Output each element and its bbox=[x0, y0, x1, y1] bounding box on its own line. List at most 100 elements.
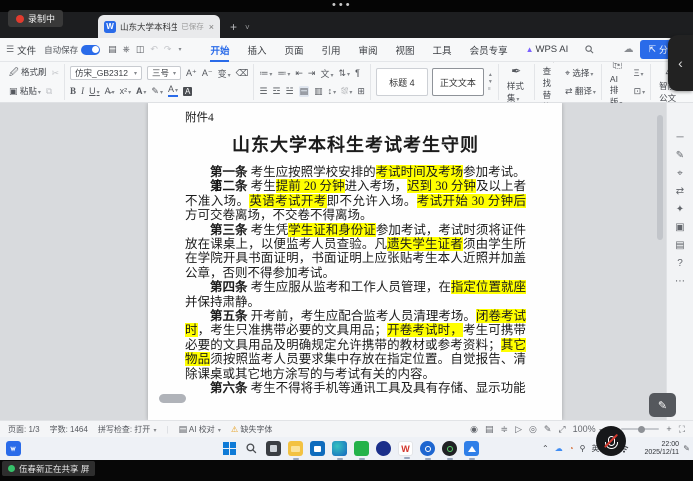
style-heading4[interactable]: 标题 4 bbox=[376, 68, 428, 96]
start-button[interactable] bbox=[222, 441, 237, 456]
char-shading-button[interactable]: A bbox=[183, 87, 192, 96]
file-explorer-icon[interactable] bbox=[288, 441, 303, 456]
style-body-text[interactable]: 正文文本 bbox=[432, 68, 484, 96]
new-tab-button[interactable]: + bbox=[230, 20, 237, 34]
fullscreen-icon[interactable]: ⤢ bbox=[558, 424, 565, 435]
wps-office-icon[interactable]: W bbox=[398, 441, 413, 456]
search-icon[interactable] bbox=[585, 45, 594, 54]
tab-wps-ai[interactable]: ▲WPS AI bbox=[517, 40, 578, 59]
copy-icon[interactable]: ⧉ bbox=[46, 86, 52, 97]
font-size-select[interactable]: 三号▾ bbox=[147, 66, 181, 80]
style-set-button[interactable]: ✒ 样式集▾ bbox=[504, 64, 529, 104]
line-spacing-icon[interactable]: ↕▾ bbox=[328, 86, 337, 96]
taskbar-search-icon[interactable] bbox=[244, 441, 259, 456]
print-preview-icon[interactable]: ◫ bbox=[136, 44, 145, 55]
phonetic-guide-button[interactable]: 𝐀▾ bbox=[136, 86, 146, 97]
align-right-icon[interactable]: ☱ bbox=[286, 86, 294, 97]
help-icon[interactable]: ? bbox=[677, 259, 683, 269]
cloud-sync-icon[interactable]: ☁ bbox=[623, 44, 633, 55]
annotate-floating-button[interactable]: ✎ bbox=[649, 393, 676, 417]
underline-button[interactable]: U▾ bbox=[89, 86, 100, 96]
document-paragraph[interactable]: 第一条 考生应按照学校安排的考试时间及考场参加考试。 bbox=[185, 165, 526, 179]
ai-layout-button[interactable]: ⎘ AI 排版▾ bbox=[607, 64, 628, 100]
style-gallery-scroll[interactable]: ▲▼≡ bbox=[488, 73, 493, 92]
edit-pen-icon[interactable]: ✎ bbox=[676, 151, 684, 161]
highlight-color-button[interactable]: ✎▾ bbox=[151, 86, 163, 97]
paste-button[interactable]: ▣ 粘贴▾ bbox=[9, 85, 41, 97]
document-paragraph[interactable]: 第二条 考生提前 20 分钟进入考场，迟到 30 分钟及以上者不准入场。英语考试… bbox=[185, 179, 526, 222]
document-page[interactable]: 附件4 山东大学本科生考试考生守则 第一条 考生应按照学校安排的考试时间及考场参… bbox=[148, 103, 562, 420]
edit-mode-icon[interactable]: ✎ bbox=[544, 424, 552, 435]
autosave-toggle[interactable] bbox=[81, 45, 100, 55]
collapse-strip-icon[interactable]: ─ bbox=[676, 133, 683, 143]
document-paragraph[interactable]: 第四条 考生应服从监考和工作人员管理，在指定位置就座并保持肃静。 bbox=[185, 280, 526, 309]
file-menu[interactable]: ☰ 文件 bbox=[6, 43, 36, 57]
superscript-button[interactable]: x²▾ bbox=[120, 86, 132, 96]
clear-format-icon[interactable]: ⌫ bbox=[236, 68, 249, 79]
wps-taskbar-icon[interactable] bbox=[6, 441, 21, 456]
bullet-list-button[interactable]: ≔▾ bbox=[259, 68, 272, 79]
cut-icon[interactable]: ✂ bbox=[52, 68, 60, 79]
meeting-drag-dots[interactable]: ••• bbox=[332, 0, 353, 11]
format-painter-button[interactable]: 🖉 格式刷 bbox=[9, 65, 47, 81]
cjk-layout-icon[interactable]: 文▾ bbox=[320, 67, 333, 80]
layout-tool-icon[interactable]: ▤ bbox=[675, 241, 684, 251]
tab-list-chevron-icon[interactable]: ˅ bbox=[245, 23, 250, 32]
save-icon[interactable]: ▤ bbox=[108, 44, 117, 55]
more-tools-icon[interactable]: ⋯ bbox=[675, 277, 685, 287]
show-marks-icon[interactable]: ¶ bbox=[355, 68, 360, 78]
taskbar-clock[interactable]: 22:00 2025/12/11 bbox=[644, 441, 679, 457]
select-tool-icon[interactable]: ⌖ bbox=[677, 169, 683, 179]
tab-reference[interactable]: 引用 bbox=[313, 39, 350, 61]
web-view-icon[interactable]: ◎ bbox=[529, 424, 537, 435]
autosave-control[interactable]: 自动保存 bbox=[44, 44, 100, 56]
translate-tool-icon[interactable]: ⇄ bbox=[676, 187, 684, 197]
tab-home[interactable]: 开始 bbox=[201, 39, 238, 61]
decrease-font-icon[interactable]: A⁻ bbox=[202, 68, 213, 79]
translate-button[interactable]: ⇄ 翻译▾ bbox=[565, 85, 596, 97]
print-icon[interactable]: ⎈ bbox=[123, 44, 130, 55]
read-view-icon[interactable]: ▷ bbox=[515, 424, 522, 435]
tab-insert[interactable]: 插入 bbox=[238, 39, 275, 61]
italic-button[interactable]: I bbox=[81, 86, 84, 96]
document-tab[interactable]: W 山东大学本科生考试.. 已保存 × bbox=[98, 15, 220, 38]
align-left-icon[interactable]: ☰ bbox=[259, 86, 267, 97]
text-tool-icon[interactable]: Ξ▾ bbox=[634, 68, 644, 78]
justify-icon[interactable]: ▤ bbox=[299, 86, 310, 97]
zoom-slider[interactable] bbox=[621, 428, 659, 430]
document-paragraph[interactable]: 第五条 开考前，考生应配合监考人员清理考场。闭卷考试时，考生只准携带必要的文具用… bbox=[185, 309, 526, 381]
font-name-select[interactable]: 仿宋_GB2312▾ bbox=[70, 66, 142, 80]
strikethrough-button[interactable]: A̶▾ bbox=[105, 86, 115, 96]
font-color-button[interactable]: A▾ bbox=[168, 85, 178, 97]
bold-button[interactable]: B bbox=[70, 86, 76, 96]
document-canvas[interactable]: 附件4 山东大学本科生考试考生守则 第一条 考生应按照学校安排的考试时间及考场参… bbox=[0, 103, 693, 420]
fit-page-icon[interactable]: ⛶ bbox=[679, 424, 685, 435]
muted-mic-indicator[interactable] bbox=[596, 426, 626, 456]
app-icon-blue-l[interactable] bbox=[376, 441, 391, 456]
redo-icon[interactable]: ↷ bbox=[164, 44, 172, 55]
undo-icon[interactable]: ↶ bbox=[150, 44, 158, 55]
tab-member[interactable]: 会员专享 bbox=[461, 39, 517, 61]
task-view-icon[interactable] bbox=[266, 441, 281, 456]
close-tab-icon[interactable]: × bbox=[209, 22, 214, 32]
tab-view[interactable]: 视图 bbox=[387, 39, 424, 61]
increase-indent-icon[interactable]: ⇥ bbox=[308, 68, 316, 79]
document-paragraph[interactable]: 第三条 考生凭学生证和身份证参加考试，考试时须将证件放在课桌上，以便监考人员查验… bbox=[185, 223, 526, 281]
tab-tools[interactable]: 工具 bbox=[424, 39, 461, 61]
zoom-slider-knob[interactable] bbox=[638, 426, 645, 433]
outline-view-icon[interactable]: ▤ bbox=[485, 424, 494, 435]
tray-cloud-icon[interactable]: ☁ bbox=[555, 444, 563, 453]
card-tool-icon[interactable]: ▣ bbox=[675, 223, 684, 233]
align-center-icon[interactable]: ☲ bbox=[272, 86, 280, 97]
text-effects-button[interactable]: 变▾ bbox=[218, 67, 231, 80]
sort-icon[interactable]: ⇅▾ bbox=[339, 68, 351, 79]
tray-chevron-up-icon[interactable]: ⌃ bbox=[542, 444, 549, 453]
edge-browser-icon[interactable] bbox=[332, 441, 347, 456]
tray-security-icon[interactable]: ◔ bbox=[569, 444, 574, 453]
page-view-icon[interactable]: ≑ bbox=[501, 424, 509, 435]
document-paragraph[interactable]: 第六条 考生不得将手机等通讯工具及具有存储、显示功能 bbox=[185, 381, 526, 395]
app-icon-mountain[interactable] bbox=[464, 441, 479, 456]
vertical-scrollbar[interactable] bbox=[657, 115, 663, 240]
zoom-in-button[interactable]: + bbox=[666, 424, 671, 434]
numbered-list-button[interactable]: ≕▾ bbox=[277, 68, 290, 79]
